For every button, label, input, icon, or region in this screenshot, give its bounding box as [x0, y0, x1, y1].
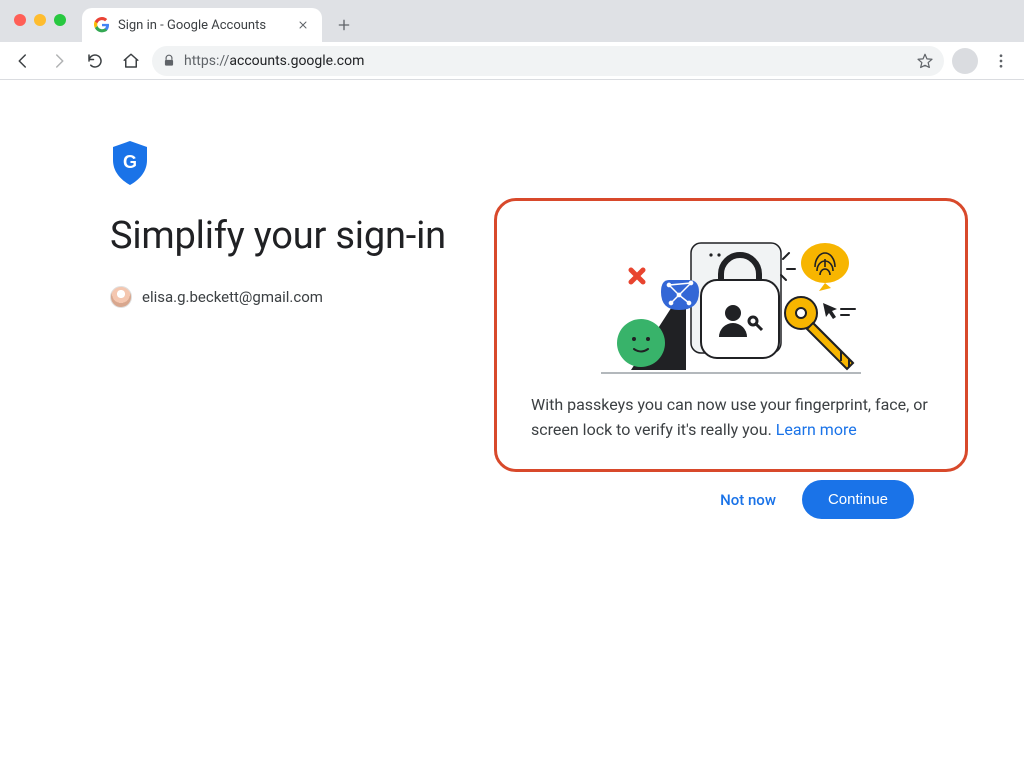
- page-content: G Simplify your sign-in elisa.g.beckett@…: [0, 80, 1024, 768]
- not-now-button[interactable]: Not now: [720, 491, 776, 509]
- nav-forward-button[interactable]: [44, 46, 74, 76]
- home-button[interactable]: [116, 46, 146, 76]
- bookmark-star-icon[interactable]: [916, 52, 934, 70]
- account-email: elisa.g.beckett@gmail.com: [142, 288, 323, 306]
- tab-title: Sign in - Google Accounts: [118, 18, 288, 33]
- tab-close-icon[interactable]: [296, 18, 310, 32]
- window-close-button[interactable]: [14, 14, 26, 26]
- reload-button[interactable]: [80, 46, 110, 76]
- svg-text:G: G: [123, 152, 137, 172]
- nav-back-button[interactable]: [8, 46, 38, 76]
- lock-icon: [162, 54, 176, 68]
- action-row: Not now Continue: [720, 480, 914, 519]
- address-bar[interactable]: https://accounts.google.com: [152, 46, 944, 76]
- window-minimize-button[interactable]: [34, 14, 46, 26]
- new-tab-button[interactable]: [330, 11, 358, 39]
- browser-menu-button[interactable]: [986, 46, 1016, 76]
- browser-toolbar: https://accounts.google.com: [0, 42, 1024, 80]
- url-text: https://accounts.google.com: [184, 53, 908, 69]
- passkey-promo-card: With passkeys you can now use your finge…: [494, 198, 968, 472]
- google-shield-icon: G: [110, 140, 150, 186]
- account-avatar-icon: [110, 286, 132, 308]
- browser-tab[interactable]: Sign in - Google Accounts: [82, 8, 322, 42]
- continue-button[interactable]: Continue: [802, 480, 914, 519]
- learn-more-link[interactable]: Learn more: [776, 420, 857, 439]
- window-controls: [14, 14, 66, 26]
- browser-tab-strip: Sign in - Google Accounts: [0, 0, 1024, 42]
- window-maximize-button[interactable]: [54, 14, 66, 26]
- google-favicon-icon: [94, 17, 110, 33]
- profile-avatar-button[interactable]: [952, 48, 978, 74]
- passkey-card-text: With passkeys you can now use your finge…: [531, 393, 931, 443]
- passkey-illustration: [531, 225, 931, 375]
